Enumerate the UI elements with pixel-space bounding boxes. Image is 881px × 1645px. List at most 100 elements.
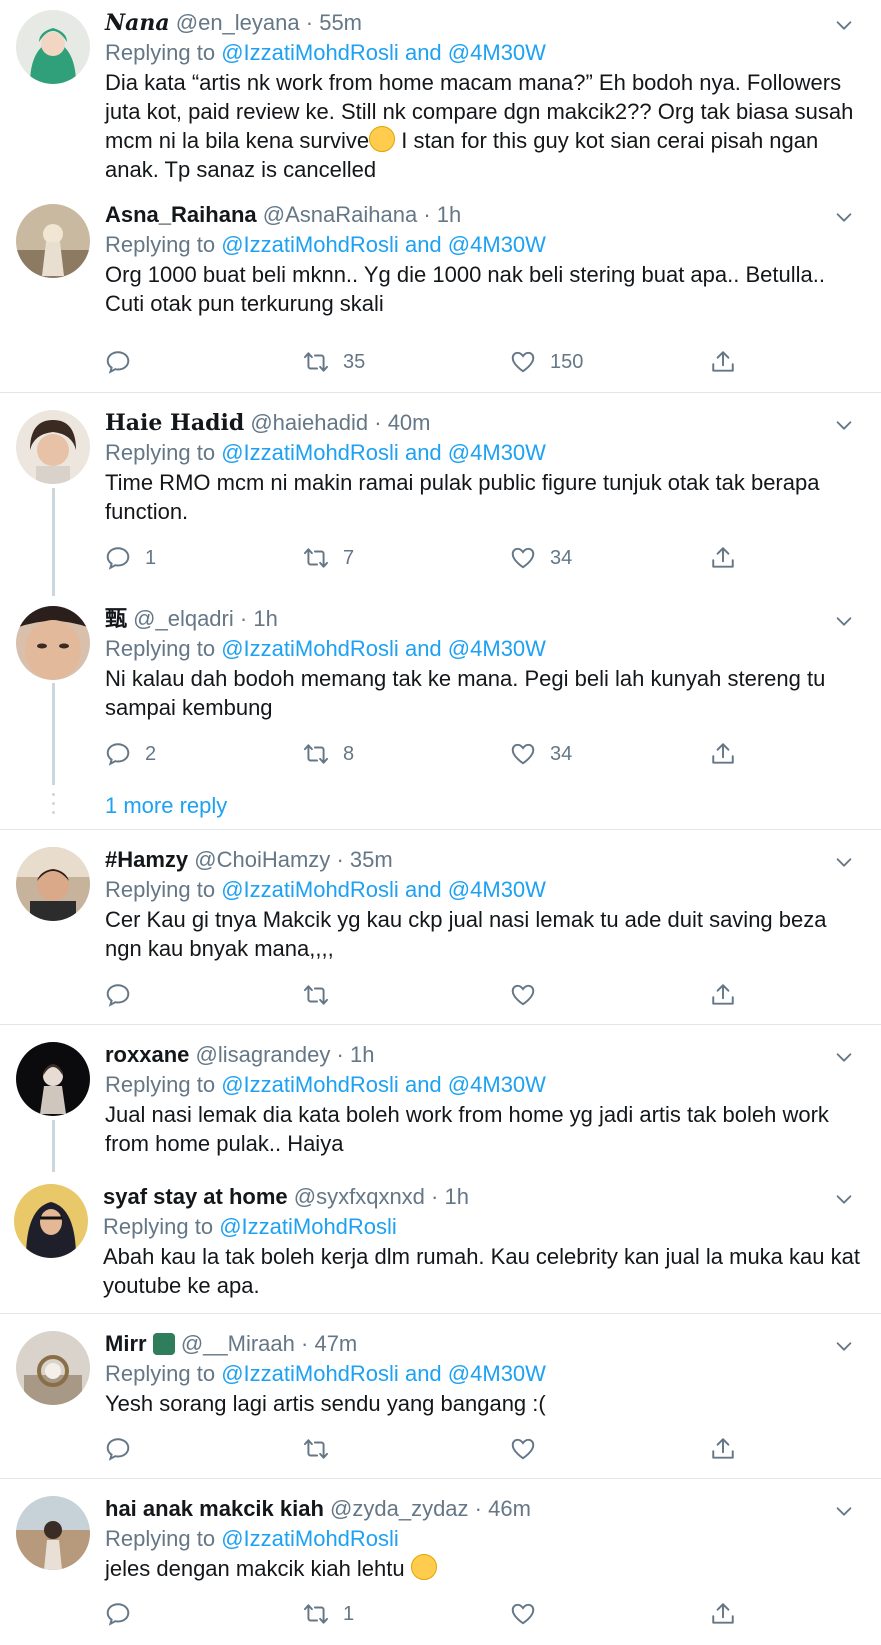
- avatar[interactable]: [16, 847, 90, 921]
- mention-link[interactable]: @IzzatiMohdRosli: [221, 877, 399, 902]
- share-button[interactable]: [710, 975, 736, 1015]
- reply-button[interactable]: [105, 1594, 131, 1634]
- mention-link[interactable]: @IzzatiMohdRosli: [221, 1526, 399, 1551]
- share-button[interactable]: [710, 342, 736, 382]
- mention-link[interactable]: @4M30W: [448, 440, 546, 465]
- handle[interactable]: @zyda_zydaz: [330, 1496, 469, 1521]
- timestamp[interactable]: 35m: [350, 847, 393, 872]
- handle[interactable]: @AsnaRaihana: [263, 202, 417, 227]
- chevron-down-icon[interactable]: [833, 1500, 855, 1522]
- display-name[interactable]: Asna_Raihana: [105, 202, 257, 227]
- mention-link[interactable]: @IzzatiMohdRosli: [219, 1214, 397, 1239]
- display-name[interactable]: Mirr: [105, 1331, 147, 1356]
- display-name[interactable]: #Hamzy: [105, 847, 188, 872]
- mention-link[interactable]: @IzzatiMohdRosli: [221, 636, 399, 661]
- tweet-6[interactable]: roxxane @lisagrandey · 1h Replying to @I…: [0, 1040, 881, 1180]
- mention-link[interactable]: @IzzatiMohdRosli: [221, 1072, 399, 1097]
- handle[interactable]: @en_leyana: [176, 10, 300, 35]
- handle[interactable]: @syxfxqxnxd: [294, 1184, 425, 1209]
- retweet-button[interactable]: [303, 975, 329, 1015]
- handle[interactable]: @haiehadid: [250, 410, 368, 435]
- like-button[interactable]: [510, 1429, 536, 1469]
- timestamp[interactable]: 47m: [314, 1331, 357, 1356]
- mention-link[interactable]: @4M30W: [448, 232, 546, 257]
- like-button[interactable]: 150: [510, 342, 583, 382]
- and-label[interactable]: and: [405, 40, 442, 65]
- chevron-down-icon[interactable]: [833, 206, 855, 228]
- timestamp[interactable]: 40m: [388, 410, 431, 435]
- timestamp[interactable]: 1h: [350, 1042, 374, 1067]
- chevron-down-icon[interactable]: [833, 1046, 855, 1068]
- retweet-button[interactable]: 8: [303, 734, 354, 774]
- timestamp[interactable]: 1h: [437, 202, 461, 227]
- mention-link[interactable]: @4M30W: [448, 1072, 546, 1097]
- tweet-7[interactable]: syaf stay at home @syxfxqxnxd · 1h Reply…: [0, 1182, 881, 1312]
- and-label[interactable]: and: [405, 232, 442, 257]
- timestamp[interactable]: 1h: [253, 606, 277, 631]
- retweet-button[interactable]: 7: [303, 538, 354, 578]
- tweet-2[interactable]: Asna_Raihana @AsnaRaihana · 1h Replying …: [0, 200, 881, 370]
- share-button[interactable]: [710, 734, 736, 774]
- mention-link[interactable]: @IzzatiMohdRosli: [221, 1361, 399, 1386]
- handle[interactable]: @__Miraah: [181, 1331, 295, 1356]
- and-label[interactable]: and: [405, 440, 442, 465]
- chevron-down-icon[interactable]: [833, 14, 855, 36]
- chevron-down-icon[interactable]: [833, 1335, 855, 1357]
- display-name[interactable]: syaf stay at home: [103, 1184, 288, 1209]
- chevron-down-icon[interactable]: [833, 610, 855, 632]
- chevron-down-icon[interactable]: [833, 851, 855, 873]
- reply-button[interactable]: [105, 342, 131, 382]
- handle[interactable]: @lisagrandey: [196, 1042, 331, 1067]
- like-button[interactable]: [510, 975, 536, 1015]
- like-button[interactable]: 34: [510, 538, 572, 578]
- reply-button[interactable]: 1: [105, 538, 156, 578]
- mention-link[interactable]: @4M30W: [448, 40, 546, 65]
- avatar[interactable]: [16, 1042, 90, 1116]
- retweet-button[interactable]: [303, 1429, 329, 1469]
- share-button[interactable]: [710, 1594, 736, 1634]
- mention-link[interactable]: @4M30W: [448, 636, 546, 661]
- tweet-8[interactable]: Mirr @__Miraah · 47m Replying to @Izzati…: [0, 1329, 881, 1474]
- avatar[interactable]: [16, 410, 90, 484]
- reply-button[interactable]: [105, 975, 131, 1015]
- and-label[interactable]: and: [405, 1072, 442, 1097]
- avatar[interactable]: [16, 204, 90, 278]
- handle[interactable]: @_elqadri: [133, 606, 234, 631]
- timestamp[interactable]: 1h: [445, 1184, 469, 1209]
- display-name[interactable]: hai anak makcik kiah: [105, 1496, 324, 1521]
- tweet-1[interactable]: 𝑵𝒂𝒏𝒂 @en_leyana · 55m Replying to @Izzat…: [0, 8, 881, 188]
- mention-link[interactable]: @IzzatiMohdRosli: [221, 40, 399, 65]
- avatar[interactable]: [16, 1496, 90, 1570]
- chevron-down-icon[interactable]: [833, 1188, 855, 1210]
- tweet-9[interactable]: hai anak makcik kiah @zyda_zydaz · 46m R…: [0, 1494, 881, 1644]
- display-name[interactable]: 甄: [105, 606, 127, 631]
- tweet-4[interactable]: 甄 @_elqadri · 1h Replying to @IzzatiMohd…: [0, 604, 881, 774]
- share-button[interactable]: [710, 538, 736, 578]
- mention-link[interactable]: @4M30W: [448, 877, 546, 902]
- and-label[interactable]: and: [405, 877, 442, 902]
- tweet-3[interactable]: Haie Hadid @haiehadid · 40m Replying to …: [0, 408, 881, 583]
- more-replies-link[interactable]: 1 more reply: [105, 791, 227, 821]
- and-label[interactable]: and: [405, 1361, 442, 1386]
- tweet-5[interactable]: #Hamzy @ChoiHamzy · 35m Replying to @Izz…: [0, 845, 881, 1020]
- reply-button[interactable]: 2: [105, 734, 156, 774]
- like-button[interactable]: 34: [510, 734, 572, 774]
- display-name[interactable]: Haie Hadid: [105, 410, 244, 436]
- retweet-button[interactable]: 1: [303, 1594, 354, 1634]
- like-button[interactable]: [510, 1594, 536, 1634]
- mention-link[interactable]: @IzzatiMohdRosli: [221, 440, 399, 465]
- timestamp[interactable]: 46m: [488, 1496, 531, 1521]
- mention-link[interactable]: @4M30W: [448, 1361, 546, 1386]
- retweet-button[interactable]: 35: [303, 342, 365, 382]
- and-label[interactable]: and: [405, 636, 442, 661]
- avatar[interactable]: [14, 1184, 88, 1258]
- avatar[interactable]: [16, 1331, 90, 1405]
- display-name[interactable]: 𝑵𝒂𝒏𝒂: [105, 10, 170, 36]
- reply-button[interactable]: [105, 1429, 131, 1469]
- share-button[interactable]: [710, 1429, 736, 1469]
- avatar[interactable]: [16, 10, 90, 84]
- timestamp[interactable]: 55m: [319, 10, 362, 35]
- chevron-down-icon[interactable]: [833, 414, 855, 436]
- display-name[interactable]: roxxane: [105, 1042, 189, 1067]
- mention-link[interactable]: @IzzatiMohdRosli: [221, 232, 399, 257]
